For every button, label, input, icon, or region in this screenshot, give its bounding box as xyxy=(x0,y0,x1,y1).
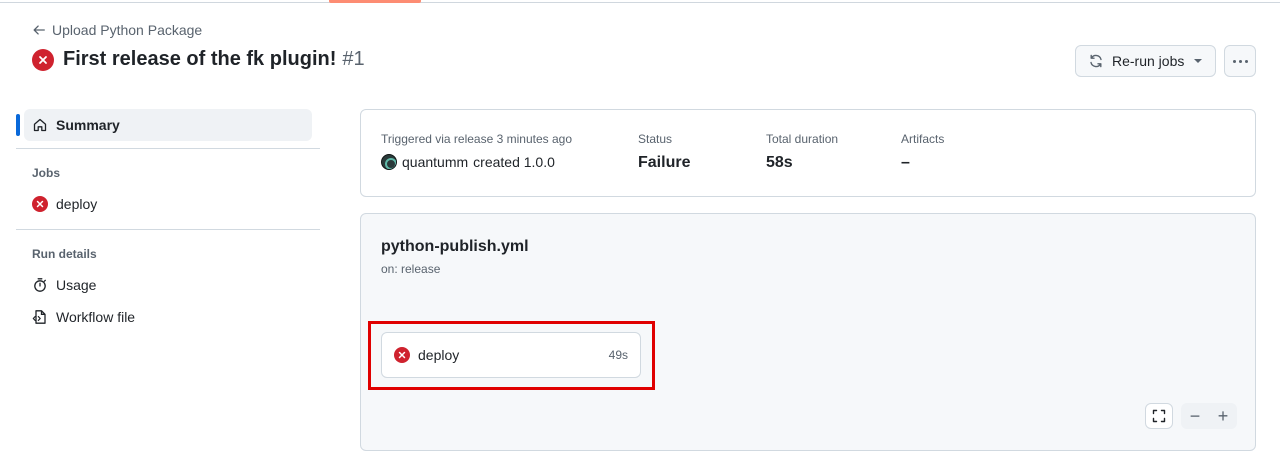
sidebar-divider xyxy=(16,229,320,230)
chevron-down-icon xyxy=(1194,59,1203,63)
back-to-workflow-link[interactable]: Upload Python Package xyxy=(32,22,202,38)
sidebar-usage-label: Usage xyxy=(56,277,97,293)
workflow-graph: python-publish.yml on: release deploy 49… xyxy=(360,213,1256,451)
run-summary-card: Triggered via release 3 minutes ago quan… xyxy=(360,109,1256,197)
zoom-out-button[interactable]: − xyxy=(1181,403,1209,429)
job-node-deploy[interactable]: deploy 49s xyxy=(381,332,641,378)
avatar[interactable] xyxy=(381,154,397,170)
duration-label: Total duration xyxy=(766,132,839,146)
screen-full-icon xyxy=(1152,409,1166,423)
workflow-file-name: python-publish.yml xyxy=(381,238,529,255)
x-circle-icon xyxy=(32,48,54,71)
zoom-in-button[interactable]: + xyxy=(1209,403,1237,429)
home-icon xyxy=(33,118,47,132)
trigger-info: Triggered via release 3 minutes ago quan… xyxy=(381,132,572,170)
job-node-duration: 49s xyxy=(608,348,628,362)
status-info: Status Failure xyxy=(638,132,690,172)
duration-value: 58s xyxy=(766,154,793,171)
sync-icon xyxy=(1090,54,1102,68)
workflow-trigger: on: release xyxy=(381,262,441,276)
trigger-label: Triggered via release 3 minutes ago xyxy=(381,132,572,146)
file-code-icon xyxy=(32,310,46,324)
x-circle-icon xyxy=(32,196,48,212)
sidebar-workflow-file-label: Workflow file xyxy=(56,309,136,325)
more-options-button[interactable] xyxy=(1224,45,1256,77)
duration-info: Total duration 58s xyxy=(766,132,838,172)
sidebar-item-workflow-file[interactable]: Workflow file xyxy=(32,309,135,325)
artifacts-value: – xyxy=(901,154,910,171)
artifacts-label: Artifacts xyxy=(901,132,945,146)
x-circle-icon xyxy=(394,347,410,363)
page-title-row: First release of the fk plugin! #1 xyxy=(32,48,365,71)
rerun-jobs-button[interactable]: Re-run jobs xyxy=(1075,45,1216,77)
zoom-controls: − + xyxy=(1181,403,1237,429)
sidebar-divider xyxy=(16,148,320,149)
artifacts-info: Artifacts – xyxy=(901,132,944,172)
header-divider xyxy=(0,2,1280,3)
stopwatch-icon xyxy=(34,278,46,292)
sidebar-run-details-heading: Run details xyxy=(32,247,97,261)
back-link-label: Upload Python Package xyxy=(52,22,203,38)
sidebar-item-usage[interactable]: Usage xyxy=(32,277,96,293)
status-label: Status xyxy=(638,132,673,146)
rerun-jobs-label: Re-run jobs xyxy=(1112,53,1185,69)
page-title: First release of the fk plugin! xyxy=(63,48,337,70)
job-node-name: deploy xyxy=(418,347,460,363)
sidebar-active-indicator xyxy=(16,114,20,136)
sidebar-item-deploy[interactable]: deploy xyxy=(32,196,97,212)
active-tab-underline xyxy=(329,0,421,3)
fullscreen-button[interactable] xyxy=(1145,403,1173,429)
run-number: #1 xyxy=(342,48,365,70)
sidebar-summary-label: Summary xyxy=(56,117,120,133)
arrow-left-icon xyxy=(33,25,45,35)
trigger-user-link[interactable]: quantumm xyxy=(402,154,468,170)
kebab-horizontal-icon xyxy=(1232,59,1236,63)
sidebar-jobs-heading: Jobs xyxy=(32,166,61,180)
sidebar-job-label: deploy xyxy=(56,196,98,212)
trigger-action: created 1.0.0 xyxy=(473,154,555,170)
sidebar-item-summary[interactable]: Summary xyxy=(24,109,312,141)
status-value: Failure xyxy=(638,154,691,171)
